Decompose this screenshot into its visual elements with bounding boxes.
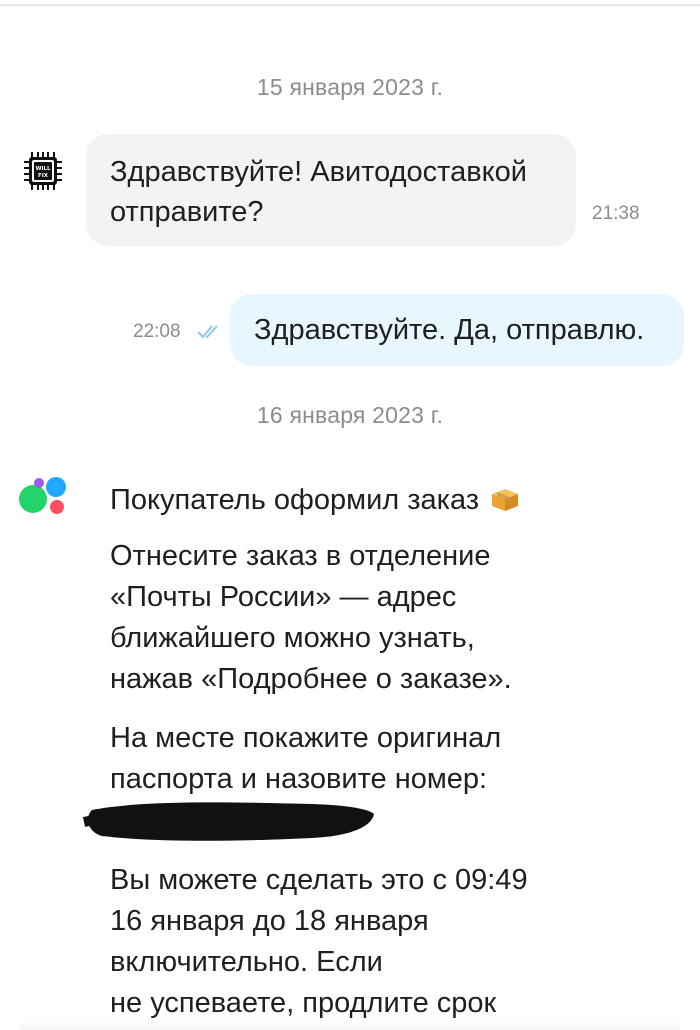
date-separator: 15 января 2023 г. [256, 74, 444, 100]
system-line: ближайшего можно узнать, [110, 622, 475, 654]
incoming-message-bubble[interactable]: Здравствуйте! Авитодоставкой отправите? [86, 134, 576, 246]
system-line: «Почты России» — адрес [110, 581, 457, 613]
system-line: 16 января до 18 января [110, 905, 429, 937]
system-line: На месте покажите оригинал [110, 722, 502, 754]
package-icon [492, 489, 519, 511]
system-line: Отнесите заказ в отделение [110, 540, 491, 572]
chat-screen: 15 января 2023 г. WILL FIX Здравствуйте!… [0, 0, 700, 1030]
system-line: нажав «Подробнее о заказе». [110, 663, 512, 695]
system-avatar-icon [19, 477, 66, 514]
system-line: паспорта и назовите номер: [110, 763, 488, 795]
system-line: не успеваете, продлите срок [110, 987, 497, 1019]
system-paragraph: Отнесите заказ в отделение «Почты России… [110, 536, 630, 700]
system-title-text: Покупатель оформил заказ [110, 484, 480, 516]
incoming-message-line: Здравствуйте! Авитодоставкой [110, 156, 528, 188]
system-paragraph: Вы можете сделать это с 09:49 16 января … [110, 860, 630, 1024]
redacted-number [82, 802, 374, 841]
outgoing-message-bubble[interactable]: Здравствуйте. Да, отправлю. [230, 294, 684, 366]
date-separator: 16 января 2023 г. [256, 402, 444, 428]
svg-text:FIX: FIX [38, 173, 49, 179]
double-check-icon [197, 325, 218, 339]
outgoing-message-text: Здравствуйте. Да, отправлю. [254, 314, 645, 346]
outgoing-message-time: 22:08 [133, 321, 181, 342]
system-line: включительно. Если [110, 946, 383, 978]
system-paragraph: На месте покажите оригинал паспорта и на… [110, 718, 630, 800]
system-line: Вы можете сделать это с 09:49 [110, 864, 528, 896]
top-divider [0, 4, 700, 6]
seller-avatar[interactable]: WILL FIX [22, 150, 64, 192]
system-message-title: Покупатель оформил заказ [110, 480, 521, 521]
bottom-fade [20, 1020, 680, 1030]
incoming-message-time: 21:38 [592, 203, 640, 224]
svg-text:WILL: WILL [35, 166, 51, 172]
incoming-message-line: отправите? [110, 196, 264, 228]
